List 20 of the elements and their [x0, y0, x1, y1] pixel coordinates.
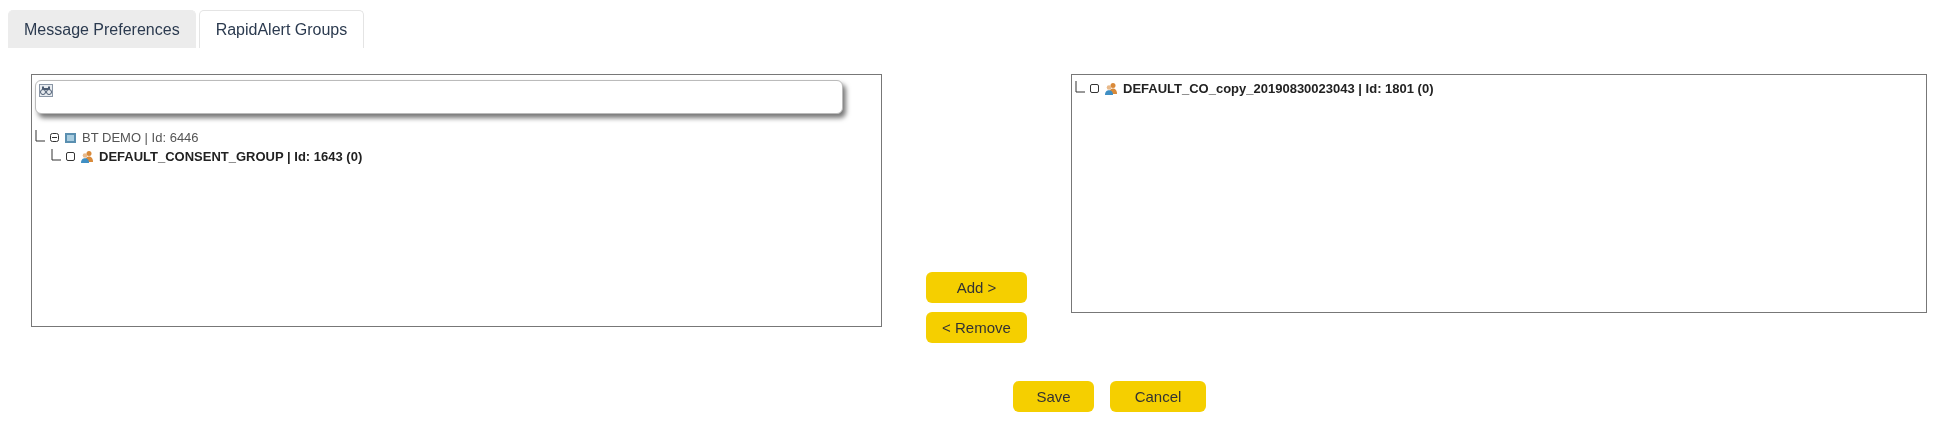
tree-node-label[interactable]: DEFAULT_CO_copy_20190830023043 | Id: 1801 (0) [1123, 81, 1434, 96]
people-icon [1104, 82, 1118, 95]
checkbox[interactable] [1090, 84, 1099, 93]
collapse-icon[interactable] [50, 133, 59, 142]
tree-node-label[interactable]: DEFAULT_CONSENT_GROUP | Id: 1643 (0) [99, 149, 363, 164]
cancel-button[interactable]: Cancel [1110, 381, 1206, 412]
binoculars-icon [39, 84, 53, 97]
people-icon [80, 150, 94, 163]
add-button[interactable]: Add > [926, 272, 1027, 303]
search-field[interactable] [35, 80, 843, 114]
tree-node-label[interactable]: BT DEMO | Id: 6446 [82, 130, 199, 145]
tree-connector-icon [1075, 80, 1085, 93]
save-button[interactable]: Save [1013, 381, 1094, 412]
tree-connector-icon [51, 148, 61, 161]
remove-button[interactable]: < Remove [926, 312, 1027, 343]
building-icon [64, 131, 77, 144]
tab[interactable]: Message Preferences [8, 10, 196, 48]
tab[interactable]: RapidAlert Groups [198, 10, 365, 48]
tree-connector-icon [35, 129, 45, 142]
checkbox[interactable] [66, 152, 75, 161]
